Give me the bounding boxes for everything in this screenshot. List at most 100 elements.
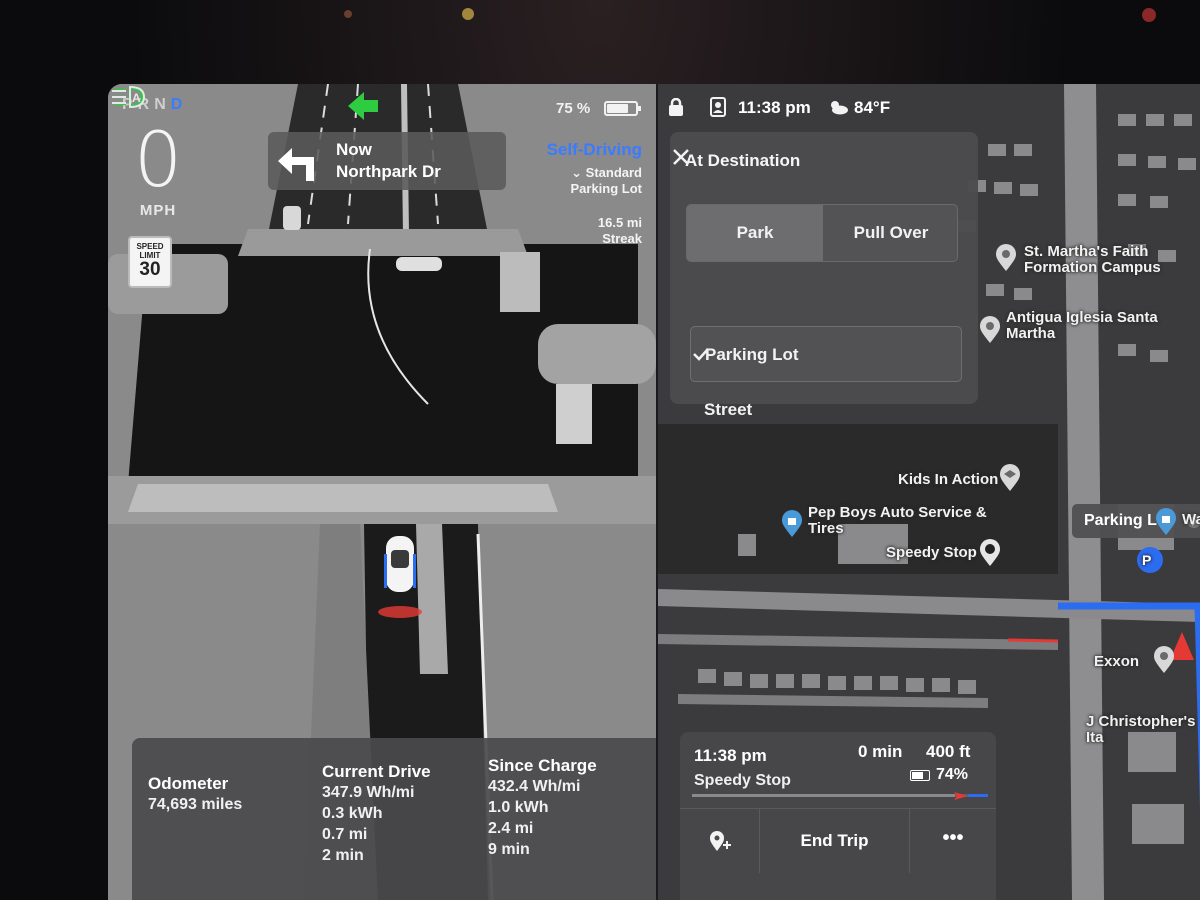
odometer-column: Odometer 74,693 miles	[148, 774, 242, 815]
close-icon[interactable]	[670, 146, 692, 168]
shopping-pin-icon[interactable]	[1154, 508, 1178, 536]
since-charge-distance: 2.4 mi	[488, 820, 534, 837]
street-label: Street	[704, 400, 753, 419]
since-charge-energy: 1.0 kWh	[488, 799, 549, 816]
self-driving-mode[interactable]: ⌄ Standard Parking Lot	[547, 165, 642, 197]
poi-speedy-stop[interactable]: Speedy Stop	[886, 545, 977, 561]
arrival-battery: 74%	[936, 766, 969, 783]
bokeh-light	[462, 8, 474, 20]
turn-instruction-card[interactable]: Now Northpark Dr	[268, 132, 506, 190]
outside-temperature: 84°F	[854, 98, 891, 117]
battery-fill	[607, 104, 628, 113]
poi-label-line: Pep Boys Auto Service &	[808, 504, 987, 521]
arrival-mode-toggle: Park Pull Over	[686, 204, 958, 262]
odometer-label: Odometer	[148, 774, 229, 793]
partly-cloudy-night-icon	[831, 101, 848, 115]
poi-antigua-iglesia[interactable]: Antigua Iglesia Santa Martha	[1006, 310, 1158, 342]
school-pin-icon[interactable]	[998, 464, 1022, 492]
touchscreen: PRND 0 MPH SPEED LIMIT 30 A Now Northpar…	[108, 84, 1200, 900]
poi-exxon[interactable]: Exxon	[1094, 654, 1139, 670]
chevron-down-icon: ⌄	[571, 165, 586, 180]
bokeh-light	[344, 10, 352, 18]
poi-label-line: Antigua Iglesia Santa	[1006, 309, 1158, 326]
self-driving-status[interactable]: Self-Driving ⌄ Standard Parking Lot 16.5…	[547, 140, 642, 247]
current-drive-label: Current Drive	[322, 762, 431, 781]
poi-st-martha[interactable]: St. Martha's Faith Formation Campus	[1024, 244, 1161, 276]
arrival-time: 11:38 pm	[694, 746, 767, 765]
turn-left-arrow-icon	[278, 148, 314, 181]
poi-label-line: Tires	[808, 520, 844, 537]
add-stop-button[interactable]	[680, 809, 760, 873]
current-drive-efficiency: 347.9 Wh/mi	[322, 784, 415, 801]
current-drive-column: Current Drive 347.9 Wh/mi 0.3 kWh 0.7 mi…	[322, 762, 431, 866]
navigation-map[interactable]: 11:38 pm 84°F At Destination Park Pull O…	[658, 84, 1200, 900]
speed-limit-value: 30	[139, 259, 161, 280]
current-drive-duration: 2 min	[322, 847, 364, 864]
add-stop-icon	[710, 831, 731, 851]
lock-icon[interactable]	[668, 98, 684, 116]
driver-profile-icon[interactable]	[710, 97, 726, 117]
checkmark-icon	[693, 348, 709, 361]
at-destination-panel: At Destination Park Pull Over Parking Lo…	[670, 132, 978, 419]
battery-icon	[604, 101, 641, 116]
poi-kids-in-action[interactable]: Kids In Action	[898, 472, 998, 488]
since-charge-column: Since Charge 432.4 Wh/mi 1.0 kWh 2.4 mi …	[488, 756, 597, 860]
park-option[interactable]: Park	[687, 205, 823, 261]
gear-n: N	[154, 96, 171, 113]
pull-over-option[interactable]: Pull Over	[823, 205, 957, 261]
parking-symbol[interactable]: P	[1142, 552, 1151, 568]
end-trip-button[interactable]: End Trip	[760, 809, 910, 873]
parking-lot-label: Parking Lot	[705, 345, 799, 364]
turn-timing: Now	[336, 140, 372, 159]
distance-remaining: 400 ft	[926, 742, 971, 761]
bokeh-light	[1142, 8, 1156, 22]
remaining-route-bar	[968, 794, 988, 797]
trip-summary-card[interactable]: 11:38 pm Speedy Stop 0 min 400 ft 74% En…	[680, 732, 996, 900]
speed-limit-sign: SPEED LIMIT 30	[128, 236, 172, 288]
speed-readout: 0	[133, 115, 183, 204]
streak-readout: 16.5 mi Streak	[547, 215, 642, 247]
parking-lot-option[interactable]: Parking Lot	[690, 326, 962, 382]
current-drive-distance: 0.7 mi	[322, 826, 368, 843]
poi-label-line: St. Martha's Faith	[1024, 243, 1149, 260]
current-drive-energy: 0.3 kWh	[322, 805, 383, 822]
map-pin-icon[interactable]	[978, 316, 1002, 344]
poi-pep-boys[interactable]: Pep Boys Auto Service & Tires	[808, 505, 987, 537]
shopping-pin-icon[interactable]	[780, 510, 804, 538]
trip-progress-fill	[692, 794, 955, 797]
gear-d-active: D	[170, 96, 188, 113]
clock: 11:38 pm	[738, 98, 811, 117]
battery-tip	[638, 106, 641, 111]
map-pin-icon[interactable]	[1152, 646, 1176, 674]
trip-stats-card[interactable]: Odometer 74,693 miles Current Drive 347.…	[132, 738, 656, 900]
street-option[interactable]: Street	[690, 382, 962, 438]
more-options-button[interactable]: •••	[910, 809, 996, 873]
self-driving-title: Self-Driving	[546, 140, 642, 159]
odometer-value: 74,693 miles	[148, 796, 243, 813]
map-pin-icon[interactable]	[994, 244, 1018, 272]
poi-wa[interactable]: Wa	[1182, 512, 1200, 528]
streak-value: 16.5 mi	[597, 215, 642, 230]
vehicle-position-icon	[954, 792, 968, 800]
at-destination-title: At Destination	[685, 151, 801, 170]
time-remaining: 0 min	[858, 742, 903, 761]
status-bar: 11:38 pm 84°F	[658, 84, 1200, 128]
streak-label: Streak	[602, 231, 642, 246]
since-charge-label: Since Charge	[488, 756, 597, 775]
speed-limit-label: SPEED LIMIT	[136, 242, 164, 260]
poi-label-line: Formation Campus	[1024, 259, 1161, 276]
trip-actions: End Trip •••	[680, 808, 996, 873]
mode-profile: Standard	[585, 165, 642, 180]
battery-icon	[910, 770, 930, 781]
speed-unit: MPH	[139, 202, 177, 219]
svg-text:A: A	[132, 91, 141, 105]
battery-percent: 75 %	[556, 100, 591, 117]
destination-name: Speedy Stop	[694, 772, 791, 789]
battery-fill	[912, 772, 923, 779]
poi-j-christophers[interactable]: J Christopher's Ita	[1086, 714, 1200, 746]
since-charge-duration: 9 min	[488, 841, 530, 858]
destination-pin-icon[interactable]	[978, 539, 1002, 567]
auto-high-beam-icon[interactable]: A	[108, 84, 148, 110]
parking-lot-chip[interactable]: Parking Lot	[1072, 504, 1200, 538]
trip-progress-bar	[692, 794, 984, 797]
